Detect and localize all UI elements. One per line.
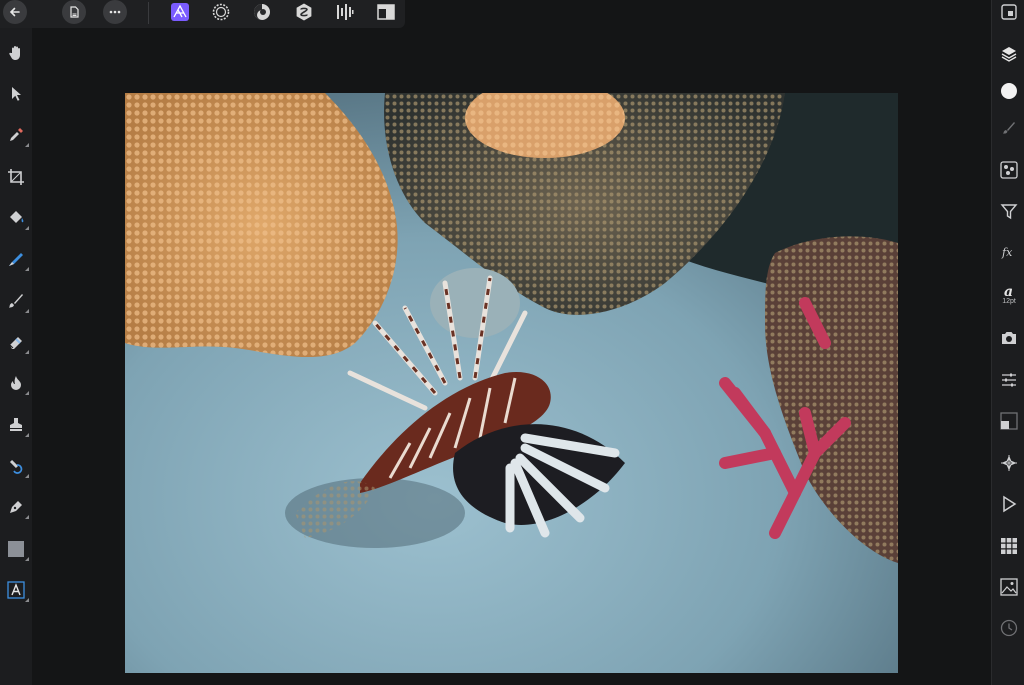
flood-fill-tool[interactable] xyxy=(3,205,29,231)
shape-tool[interactable] xyxy=(3,536,29,562)
tool-flyout-indicator xyxy=(25,226,29,230)
snapping-studio-button[interactable] xyxy=(997,451,1021,475)
studio-panel: fx a 12pt xyxy=(991,0,1024,685)
paint-bucket-icon xyxy=(10,211,24,223)
photo-persona-icon xyxy=(171,3,189,21)
flame-icon xyxy=(11,376,21,390)
transform-icon xyxy=(1000,412,1018,430)
more-options-button[interactable] xyxy=(103,0,127,24)
document-icon xyxy=(62,0,86,24)
top-toolbar xyxy=(0,0,405,28)
liquify-persona-icon xyxy=(212,3,230,21)
back-arrow-icon xyxy=(3,0,27,24)
move-tool[interactable] xyxy=(3,81,29,107)
affinity-photo-window: fx a 12pt xyxy=(0,0,1024,685)
transform-studio-button[interactable] xyxy=(997,409,1021,433)
develop-persona-icon xyxy=(254,4,270,20)
tool-flyout-indicator xyxy=(25,391,29,395)
layers-icon xyxy=(1001,47,1017,62)
fx-icon: fx xyxy=(1001,246,1013,259)
tone-mapping-persona-icon xyxy=(296,3,312,21)
eraser-tool[interactable] xyxy=(3,329,29,355)
tool-flyout-indicator xyxy=(25,309,29,313)
healing-tool[interactable] xyxy=(3,453,29,479)
tool-flyout-indicator xyxy=(25,474,29,478)
hand-icon xyxy=(9,46,20,60)
stamp-icon xyxy=(10,418,22,431)
export-persona-button[interactable] xyxy=(333,0,357,24)
color-swatch-icon xyxy=(1001,83,1017,99)
pen-tool[interactable] xyxy=(3,494,29,520)
export-persona-icon xyxy=(337,4,354,20)
text-frame-icon xyxy=(7,581,25,599)
navigator-icon xyxy=(1001,4,1017,20)
swatches-studio-button[interactable] xyxy=(997,534,1021,558)
crop-tool[interactable] xyxy=(3,164,29,190)
clock-icon xyxy=(1000,619,1018,637)
paint-brush-tool[interactable] xyxy=(3,288,29,314)
channels-icon xyxy=(1000,161,1018,179)
play-icon xyxy=(1003,495,1017,513)
tone-mapping-persona-button[interactable] xyxy=(292,0,316,24)
photo-persona-button[interactable] xyxy=(168,0,192,24)
compass-star-icon xyxy=(1001,455,1017,471)
color-studio-button[interactable] xyxy=(997,79,1021,103)
layers-studio-button[interactable] xyxy=(997,42,1021,66)
history-studio-button[interactable] xyxy=(997,616,1021,640)
crop-icon xyxy=(8,169,24,185)
document-button[interactable] xyxy=(62,0,86,24)
selection-brush-icon xyxy=(9,253,23,266)
effects-studio-button[interactable]: fx xyxy=(997,240,1021,264)
rectangle-icon xyxy=(8,541,24,557)
develop-persona-button[interactable] xyxy=(250,0,274,24)
adjustments-studio-button[interactable] xyxy=(997,368,1021,392)
paintbrush-icon xyxy=(9,294,23,308)
tool-flyout-indicator xyxy=(25,598,29,602)
character-size-label: 12pt xyxy=(1002,297,1016,305)
navigator-studio-button[interactable] xyxy=(997,0,1021,24)
sliders-icon xyxy=(1002,373,1016,387)
image-frame-icon xyxy=(1000,578,1018,596)
character-icon: a xyxy=(1004,284,1013,298)
camera-icon xyxy=(1002,332,1016,344)
healing-brush-icon xyxy=(9,459,23,474)
text-tool[interactable] xyxy=(3,577,29,603)
arrow-pointer-icon xyxy=(12,87,21,101)
svg-text:a: a xyxy=(1004,284,1013,298)
document-image[interactable] xyxy=(125,93,898,673)
back-button[interactable] xyxy=(3,0,27,24)
tool-flyout-indicator xyxy=(25,267,29,271)
pen-nib-icon xyxy=(10,501,22,513)
split-view-icon xyxy=(377,4,395,20)
color-picker-tool[interactable] xyxy=(3,122,29,148)
channels-studio-button[interactable] xyxy=(997,158,1021,182)
svg-text:fx: fx xyxy=(1001,246,1013,259)
liquify-persona-button[interactable] xyxy=(209,0,233,24)
selection-brush-tool[interactable] xyxy=(3,246,29,272)
ellipsis-icon xyxy=(103,0,127,24)
view-mode-button[interactable] xyxy=(374,0,398,24)
tool-flyout-indicator xyxy=(25,350,29,354)
clone-tool[interactable] xyxy=(3,412,29,438)
tool-flyout-indicator xyxy=(25,143,29,147)
tools-panel xyxy=(0,28,32,685)
tool-flyout-indicator xyxy=(25,515,29,519)
toolbar-divider xyxy=(148,2,149,24)
dodge-burn-tool[interactable] xyxy=(3,370,29,396)
tool-flyout-indicator xyxy=(25,557,29,561)
filters-studio-button[interactable] xyxy=(997,199,1021,223)
brushes-studio-button[interactable] xyxy=(997,116,1021,140)
funnel-icon xyxy=(1000,204,1018,220)
eyedropper-icon xyxy=(10,128,23,141)
eraser-icon xyxy=(9,337,22,349)
macro-studio-button[interactable] xyxy=(997,492,1021,516)
assets-studio-button[interactable] xyxy=(997,575,1021,599)
grid-icon xyxy=(1001,538,1017,554)
hand-tool[interactable] xyxy=(3,40,29,66)
stock-studio-button[interactable] xyxy=(997,326,1021,350)
lionfish-photo xyxy=(125,93,898,673)
character-studio-button[interactable]: a 12pt xyxy=(997,279,1021,309)
tool-flyout-indicator xyxy=(25,433,29,437)
brush-icon xyxy=(1003,122,1015,134)
